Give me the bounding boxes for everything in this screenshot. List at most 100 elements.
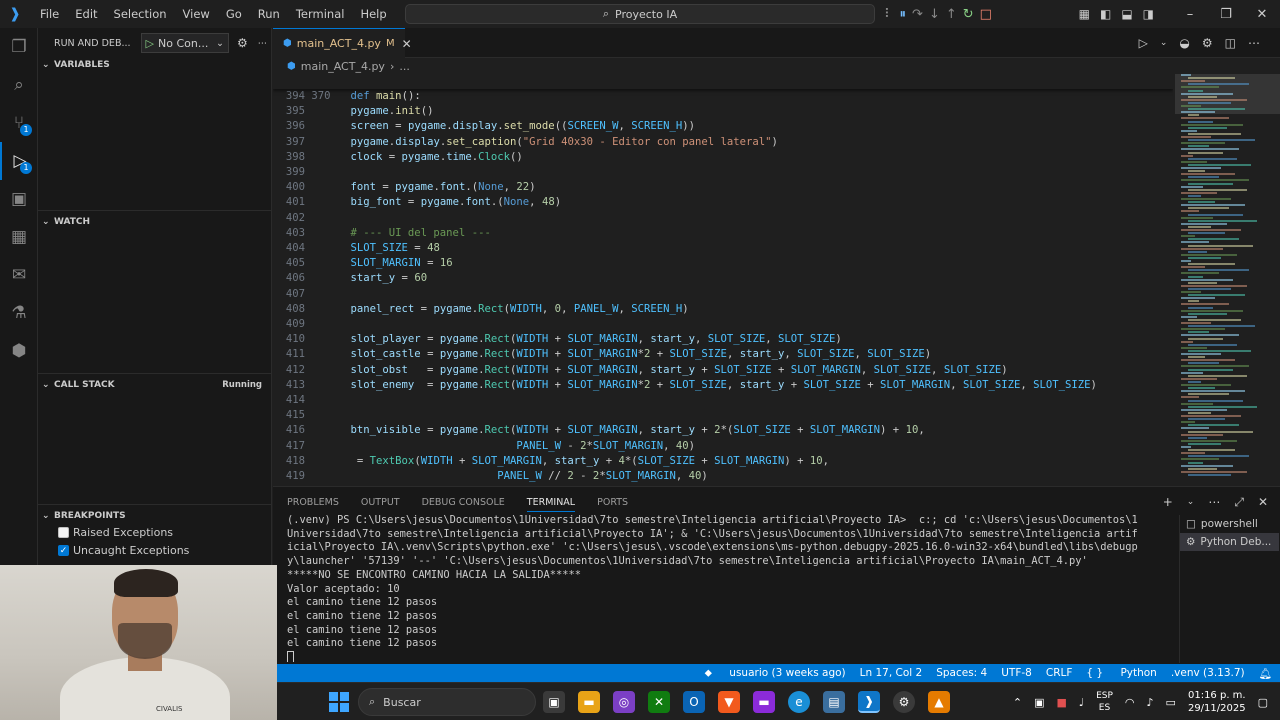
code-line[interactable]: 417 PANEL_W - 2*SLOT_MARGIN, 40) xyxy=(273,439,1173,454)
chevron-up-icon[interactable]: ⌃ xyxy=(1013,696,1022,709)
menu-go[interactable]: Go xyxy=(218,0,250,28)
python-interpreter[interactable]: .venv (3.13.7) xyxy=(1171,667,1245,679)
input-language[interactable]: ESP ES xyxy=(1096,690,1113,714)
code-line[interactable]: 399 xyxy=(273,165,1173,180)
tab-main-act-4[interactable]: ⬢ main_ACT_4.py M ✕ xyxy=(273,28,412,58)
tab-terminal[interactable]: TERMINAL xyxy=(526,497,576,512)
terminal-item-powershell[interactable]: □ powershell xyxy=(1180,515,1279,533)
start-debugging-icon[interactable]: ▷ xyxy=(146,37,154,50)
edge-browser-icon[interactable]: e xyxy=(788,691,810,713)
menu-help[interactable]: Help xyxy=(352,0,394,28)
indentation[interactable]: Spaces: 4 xyxy=(936,667,987,679)
launch-config-select[interactable]: ▷ No Con... ⌄ xyxy=(140,33,229,53)
end-of-line[interactable]: CRLF xyxy=(1046,667,1073,679)
breadcrumb-rest[interactable]: ... xyxy=(399,60,410,73)
drag-handle-icon[interactable]: ⠇ xyxy=(884,7,894,22)
menu-file[interactable]: File xyxy=(32,0,67,28)
volume-icon[interactable]: ♪ xyxy=(1147,696,1154,709)
code-line[interactable]: 410 slot_player = pygame.Rect(WIDTH + SL… xyxy=(273,332,1173,347)
close-window-icon[interactable]: ✕ xyxy=(1244,7,1280,22)
file-explorer-icon[interactable]: ▬ xyxy=(578,691,600,713)
menu-run[interactable]: Run xyxy=(250,0,288,28)
microphone-icon[interactable]: ♩ xyxy=(1079,696,1084,709)
explorer-icon[interactable]: ❐ xyxy=(0,28,38,66)
remote-explorer-icon[interactable]: ▣ xyxy=(0,180,38,218)
step-into-icon[interactable]: ↓ xyxy=(929,7,940,22)
code-line[interactable]: 408 panel_rect = pygame.Rect(WIDTH, 0, P… xyxy=(273,302,1173,317)
extensions-icon[interactable]: ▦ xyxy=(0,218,38,256)
notifications-icon[interactable]: ▢ xyxy=(1258,696,1268,709)
minimap[interactable] xyxy=(1175,74,1280,486)
customize-layout-icon[interactable]: ▦ xyxy=(1079,7,1090,21)
stop-icon[interactable]: □ xyxy=(980,7,992,22)
outlook-icon[interactable]: O xyxy=(683,691,705,713)
breadcrumb-file[interactable]: main_ACT_4.py xyxy=(301,60,385,73)
menu-view[interactable]: View xyxy=(175,0,218,28)
watch-section-header[interactable]: ⌄ WATCH xyxy=(38,210,271,232)
vlc-icon[interactable]: ▲ xyxy=(928,691,950,713)
code-line[interactable]: 406 start_y = 60 xyxy=(273,271,1173,286)
code-line[interactable]: 413 slot_enemy = pygame.Rect(WIDTH + SLO… xyxy=(273,378,1173,393)
menu-terminal[interactable]: Terminal xyxy=(288,0,353,28)
uncaught-exceptions-checkbox[interactable]: ✓ xyxy=(58,545,69,556)
task-view-icon[interactable]: ▣ xyxy=(543,691,565,713)
cursor-position[interactable]: Ln 17, Col 2 xyxy=(860,667,923,679)
code-line[interactable]: 409 xyxy=(273,317,1173,332)
more-actions-icon[interactable]: ⋯ xyxy=(258,38,268,49)
code-line[interactable]: 396 screen = pygame.display.set_mode((SC… xyxy=(273,119,1173,134)
close-icon[interactable]: ✕ xyxy=(1258,495,1268,509)
chevron-down-icon[interactable]: ⌄ xyxy=(1160,38,1168,48)
call-stack-section-header[interactable]: ⌄ CALL STACK Running xyxy=(38,373,271,395)
code-line[interactable]: 403 # --- UI del panel --- xyxy=(273,226,1173,241)
code-line[interactable]: 412 slot_obst = pygame.Rect(WIDTH + SLOT… xyxy=(273,363,1173,378)
code-line[interactable]: 398 clock = pygame.time.Clock() xyxy=(273,150,1173,165)
code-line[interactable]: 397 pygame.display.set_caption("Grid 40x… xyxy=(273,135,1173,150)
code-line[interactable]: 407 xyxy=(273,287,1173,302)
copilot-icon[interactable]: ⚙ xyxy=(1202,36,1213,50)
app-icon[interactable]: ◎ xyxy=(613,691,635,713)
app-icon[interactable]: ▤ xyxy=(823,691,845,713)
restore-icon[interactable]: ❐ xyxy=(1208,7,1244,22)
chevron-down-icon[interactable]: ⌄ xyxy=(1187,497,1195,507)
split-editor-icon[interactable]: ◫ xyxy=(1225,36,1236,50)
code-line[interactable]: 411 slot_castle = pygame.Rect(WIDTH + SL… xyxy=(273,347,1173,362)
brave-browser-icon[interactable]: ▼ xyxy=(718,691,740,713)
tab-ports[interactable]: PORTS xyxy=(597,497,628,508)
source-control-icon[interactable]: ⑂ 1 xyxy=(0,104,38,142)
terminal-output[interactable]: (.venv) PS C:\Users\jesus\Documentos\1Un… xyxy=(287,514,1177,662)
breakpoint-uncaught-exceptions[interactable]: ✓ Uncaught Exceptions xyxy=(58,544,189,557)
code-line[interactable]: 415 xyxy=(273,408,1173,423)
code-line[interactable]: 395 pygame.init() xyxy=(273,104,1173,119)
breakpoints-section-header[interactable]: ⌄ BREAKPOINTS xyxy=(38,504,271,526)
run-debug-icon[interactable]: ▷ 1 xyxy=(0,142,38,180)
app-icon[interactable]: ▬ xyxy=(753,691,775,713)
notifications-bell-icon[interactable]: 🔔︎ xyxy=(1259,667,1272,680)
menu-edit[interactable]: Edit xyxy=(67,0,105,28)
maximize-panel-icon[interactable]: ⤢ xyxy=(1234,495,1244,510)
battery-icon[interactable]: ▭ xyxy=(1166,696,1176,709)
pause-icon[interactable]: ⏸ xyxy=(900,7,907,22)
toggle-sidebar-icon[interactable]: ◧ xyxy=(1100,7,1111,21)
tab-debug-console[interactable]: DEBUG CONSOLE xyxy=(422,497,505,508)
code-line[interactable]: 400 font = pygame.font.(None, 22) xyxy=(273,180,1173,195)
compare-changes-icon[interactable]: ◒ xyxy=(1179,36,1189,50)
chat-icon[interactable]: ✉ xyxy=(0,256,38,294)
code-editor[interactable]: 370def main(): 394395 pygame.init()396 s… xyxy=(273,74,1173,486)
clock[interactable]: 01:16 p. m. 29/11/2025 xyxy=(1188,689,1246,715)
code-line[interactable]: 401 big_font = pygame.font.(None, 48) xyxy=(273,195,1173,210)
app-icon[interactable]: ⚙ xyxy=(893,691,915,713)
command-center[interactable]: ⌕ Proyecto IA xyxy=(405,4,875,24)
minimize-icon[interactable]: – xyxy=(1172,7,1208,22)
testing-icon[interactable]: ⚗ xyxy=(0,294,38,332)
more-actions-icon[interactable]: ⋯ xyxy=(1208,495,1220,509)
toggle-panel-icon[interactable]: ⬓ xyxy=(1121,7,1132,21)
code-line[interactable]: 418 = TextBox(WIDTH + SLOT_MARGIN, start… xyxy=(273,454,1173,469)
code-line[interactable]: 402 xyxy=(273,211,1173,226)
git-blame[interactable]: ⬥ usuario (3 weeks ago) xyxy=(705,667,846,680)
wifi-icon[interactable]: ◠ xyxy=(1125,696,1135,709)
menu-selection[interactable]: Selection xyxy=(106,0,175,28)
close-icon[interactable]: ✕ xyxy=(402,37,412,51)
tab-problems[interactable]: PROBLEMS xyxy=(287,497,339,508)
new-terminal-icon[interactable]: + xyxy=(1163,495,1173,509)
toggle-secondary-sidebar-icon[interactable]: ◨ xyxy=(1143,7,1154,21)
